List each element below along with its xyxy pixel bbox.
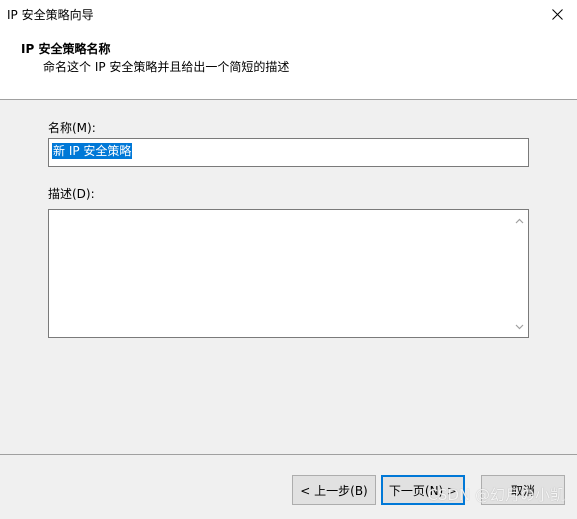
back-button[interactable]: < 上一步(B) [292, 475, 376, 505]
name-input[interactable]: 新 IP 安全策略 [48, 138, 529, 167]
name-input-value: 新 IP 安全策略 [52, 143, 133, 159]
next-button[interactable]: 下一页(N) > [381, 475, 465, 505]
page-title: IP 安全策略名称 [21, 42, 111, 56]
cancel-button[interactable]: 取消 [481, 475, 565, 505]
description-label: 描述(D): [48, 187, 95, 201]
scroll-up-button[interactable] [511, 212, 528, 229]
chevron-up-icon [515, 218, 524, 223]
window-title: IP 安全策略向导 [7, 8, 94, 22]
description-textarea[interactable] [48, 209, 529, 338]
header-panel: IP 安全策略名称 命名这个 IP 安全策略并且给出一个简短的描述 [0, 28, 577, 100]
chevron-down-icon [515, 324, 524, 329]
scroll-down-button[interactable] [511, 318, 528, 335]
wizard-window: IP 安全策略向导 IP 安全策略名称 命名这个 IP 安全策略并且给出一个简短… [0, 0, 577, 519]
footer-divider [0, 454, 577, 455]
title-bar: IP 安全策略向导 [0, 0, 577, 28]
description-scrollbar[interactable] [511, 210, 528, 337]
page-subtitle: 命名这个 IP 安全策略并且给出一个简短的描述 [43, 60, 290, 74]
close-button[interactable] [537, 0, 577, 28]
name-label: 名称(M): [48, 121, 96, 135]
close-icon [551, 8, 563, 20]
